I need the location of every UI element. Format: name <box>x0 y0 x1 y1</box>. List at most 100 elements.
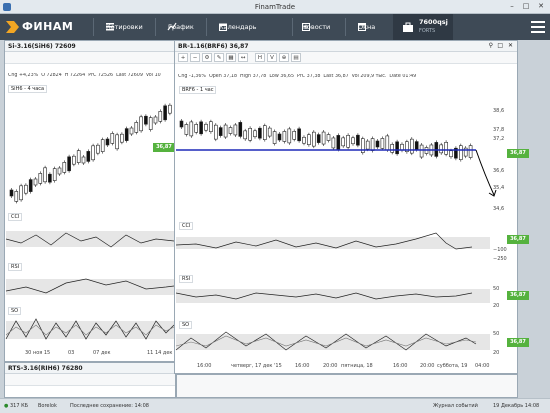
template-button[interactable]: ▦ <box>226 53 236 62</box>
price-chart-br <box>176 119 497 197</box>
candle <box>76 150 81 163</box>
candle <box>184 124 189 135</box>
candle <box>272 131 277 144</box>
chart-panel-br[interactable]: BR-1.16(BRF6) 36,87 ⚲ □ ✕ + − ⚙ ✎ ▦ ↔ H … <box>174 40 529 374</box>
candle <box>223 124 228 138</box>
x-label-br-6: 20:00 <box>420 363 435 369</box>
candle <box>449 150 453 158</box>
forecast-arrow <box>475 149 495 196</box>
finam-logo-icon <box>6 21 19 33</box>
candle <box>390 144 394 153</box>
candle <box>292 131 296 140</box>
x-label-si-0: 30 ноя 15 <box>25 350 51 356</box>
x-label-br-8: 04:00 <box>475 363 490 369</box>
candle <box>267 127 272 137</box>
candle <box>52 168 57 181</box>
vertical-line-button[interactable]: V <box>267 53 277 62</box>
candle <box>81 156 86 164</box>
candle <box>307 134 311 146</box>
nav-windows[interactable]: Окна <box>352 14 381 40</box>
candle <box>163 105 167 121</box>
candle <box>331 137 336 149</box>
horizontal-line-button[interactable]: H <box>255 53 265 62</box>
candle <box>33 178 38 186</box>
candle <box>277 133 282 141</box>
zoom-out-button[interactable]: − <box>190 53 200 62</box>
server-name: Borelok <box>38 403 57 409</box>
candle <box>57 167 62 175</box>
nav-chart[interactable]: График <box>162 14 200 40</box>
candle <box>356 134 360 146</box>
chart-title-si: Si-3.16(SiH6) 72609 <box>8 43 76 50</box>
candle <box>263 125 267 140</box>
status-datetime: 19 Декабрь 14:08 <box>493 403 540 409</box>
chart-toolbar-rts <box>5 374 175 386</box>
chart-toolbar-br: + − ⚙ ✎ ▦ ↔ H V ⊕ ▤ <box>175 52 517 64</box>
candle <box>48 173 52 183</box>
nav-quotes[interactable]: Котировки <box>100 14 149 40</box>
rsi-chart-br <box>175 289 490 303</box>
events-journal-link[interactable]: Журнал событий <box>433 403 478 409</box>
candle <box>341 137 345 147</box>
candle <box>28 179 33 192</box>
nav-calendar[interactable]: Календарь <box>213 14 262 40</box>
panel-header-br: BR-1.16(BRF6) 36,87 ⚲ □ ✕ <box>175 41 517 52</box>
candle <box>375 140 380 148</box>
candle <box>258 127 262 139</box>
account-selector[interactable]: 7600qsj FORTS <box>393 14 453 40</box>
chart-panel-si[interactable]: Si-3.16(SiH6) 72609 Chg +4,23% O 72824 H 7… <box>4 40 176 362</box>
candle <box>468 145 473 158</box>
calendar-icon <box>219 23 227 31</box>
x-label-br-5: 16:00 <box>393 363 408 369</box>
chart-title-br: BR-1.16(BRF6) 36,87 <box>178 43 249 50</box>
settings-button[interactable]: ⚙ <box>202 53 212 62</box>
maximize-panel-icon[interactable]: □ <box>497 42 503 49</box>
maximize-icon[interactable]: □ <box>521 2 531 11</box>
candle <box>218 127 223 136</box>
candle <box>248 127 252 141</box>
chart-panel-rts[interactable]: RTS-3.16(RIH6) 76280 <box>4 362 176 398</box>
candle <box>144 115 148 125</box>
price-label-2: 37,2 <box>493 136 505 142</box>
candle <box>297 128 301 142</box>
account-number: 7600qsj <box>419 18 448 26</box>
candle <box>336 135 341 150</box>
x-label-si-2: 07 дек <box>93 350 111 356</box>
scale-button[interactable]: ↔ <box>238 53 248 62</box>
candle <box>209 121 213 133</box>
price-label-3: 36,6 <box>493 168 505 174</box>
candle <box>439 144 444 154</box>
crosshair-button[interactable]: ⊕ <box>279 53 289 62</box>
candle <box>67 156 71 172</box>
panel-header-si: Si-3.16(SiH6) 72609 <box>5 41 175 52</box>
chart-stats-br: Chg -1,36% Open 37,18 High 37,78 Low 36,65 P… <box>178 74 417 79</box>
minimize-icon[interactable]: – <box>507 2 517 11</box>
candle <box>419 144 424 158</box>
x-label-br-2: 16:00 <box>295 363 310 369</box>
draw-button[interactable]: ✎ <box>214 53 224 62</box>
chart-toolbar-bottom <box>176 374 518 398</box>
rsi-value-tag: 36,87 <box>507 291 529 300</box>
candle <box>115 134 119 150</box>
indicators-button[interactable]: ▤ <box>291 53 301 62</box>
pin-icon[interactable]: ⚲ <box>489 42 493 49</box>
chart-legend-si[interactable]: SiH6 - 4 часа <box>8 85 48 93</box>
candle <box>86 151 91 162</box>
last-price-tag-br: 36,87 <box>507 149 529 158</box>
connection-indicator: ● <box>4 403 9 409</box>
rsi-chart-si <box>5 278 176 295</box>
x-label-br-1: четверг, 17 дек '15 <box>231 363 282 369</box>
zoom-in-button[interactable]: + <box>178 53 188 62</box>
nav-news[interactable]: Новости <box>296 14 336 40</box>
cci-chart-si <box>5 231 176 248</box>
x-label-br-4: пятница, 18 <box>341 363 373 369</box>
candle <box>158 111 163 122</box>
close-icon[interactable]: ✕ <box>536 2 546 11</box>
chart-legend-br[interactable]: BRF6 - 1 час <box>179 86 217 94</box>
candle <box>168 104 172 114</box>
candle <box>38 173 43 184</box>
price-chart-si <box>9 103 172 204</box>
cci-value-tag: 36,87 <box>507 235 529 244</box>
cci-chart-br <box>175 232 490 250</box>
close-panel-icon[interactable]: ✕ <box>508 42 513 49</box>
